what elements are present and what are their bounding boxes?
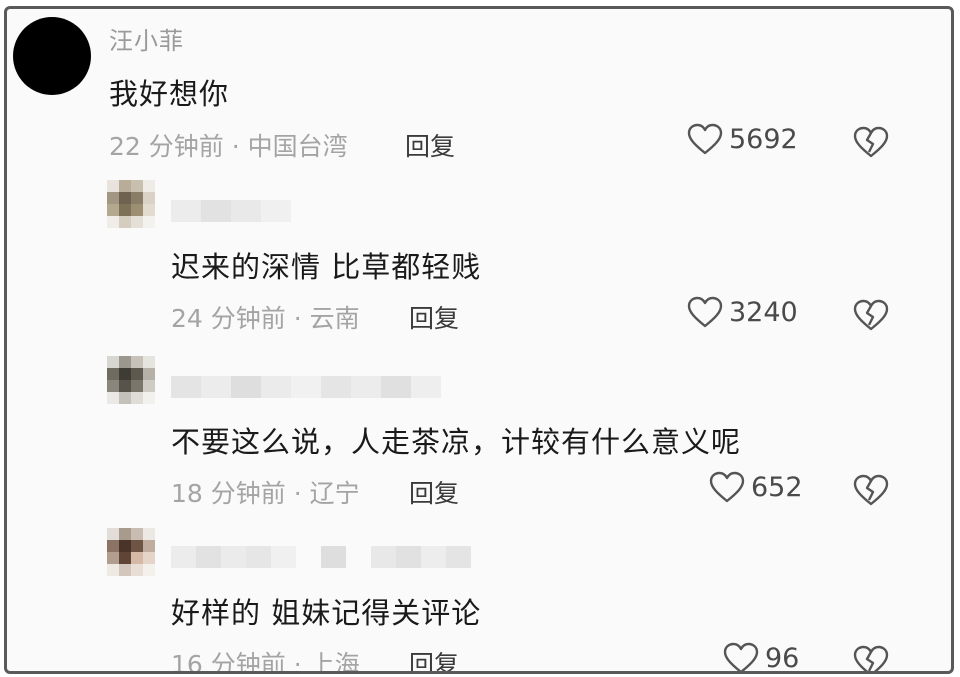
comment-time-location: 18 分钟前 · 辽宁 — [171, 479, 360, 508]
username-blurred — [171, 200, 291, 222]
heart-outline-icon — [709, 471, 745, 503]
reply-button[interactable]: 回复 — [409, 474, 459, 510]
comment-username[interactable]: 汪小菲 — [109, 21, 184, 56]
broken-heart-icon[interactable] — [853, 644, 889, 674]
like-button[interactable]: 96 — [723, 642, 800, 674]
comment-text: 不要这么说，人走茶凉，计较有什么意义呢 — [171, 425, 742, 459]
avatar[interactable] — [107, 528, 155, 576]
comment-item: 好样的 姐妹记得关评论 16 分钟前 · 上海 回复 96 — [7, 518, 951, 671]
username-blurred — [171, 376, 441, 398]
broken-heart-icon[interactable] — [853, 298, 889, 332]
reply-button[interactable]: 回复 — [405, 127, 455, 163]
heart-outline-icon — [687, 123, 723, 155]
comment-time-location: 22 分钟前 · 中国台湾 — [109, 132, 348, 161]
comment-text: 我好想你 — [109, 77, 230, 111]
comment-text: 好样的 姐妹记得关评论 — [171, 596, 482, 630]
comment-item: 汪小菲 我好想你 22 分钟前 · 中国台湾 回复 5692 — [7, 9, 951, 174]
like-button[interactable]: 3240 — [687, 296, 798, 328]
comment-item: 迟来的深情 比草都轻贱 24 分钟前 · 云南 回复 3240 — [7, 174, 951, 346]
comment-screenshot-frame: 汪小菲 我好想你 22 分钟前 · 中国台湾 回复 5692 迟来的深情 比草都… — [4, 6, 954, 674]
like-count: 3240 — [729, 296, 798, 328]
like-count: 652 — [751, 471, 803, 503]
like-button[interactable]: 652 — [709, 471, 803, 503]
broken-heart-icon[interactable] — [853, 125, 889, 159]
comment-item: 不要这么说，人走茶凉，计较有什么意义呢 18 分钟前 · 辽宁 回复 652 — [7, 346, 951, 518]
comment-time-location: 24 分钟前 · 云南 — [171, 304, 360, 333]
heart-outline-icon — [687, 296, 723, 328]
like-button[interactable]: 5692 — [687, 123, 798, 155]
like-count: 96 — [765, 642, 800, 674]
comment-text: 迟来的深情 比草都轻贱 — [171, 250, 482, 284]
like-count: 5692 — [729, 123, 798, 155]
avatar[interactable] — [107, 180, 155, 228]
broken-heart-icon[interactable] — [853, 473, 889, 507]
reply-button[interactable]: 回复 — [409, 645, 459, 671]
avatar[interactable] — [107, 356, 155, 404]
username-blurred — [171, 546, 471, 568]
avatar[interactable] — [13, 17, 91, 95]
heart-outline-icon — [723, 642, 759, 671]
comment-time-location: 16 分钟前 · 上海 — [171, 650, 360, 674]
reply-button[interactable]: 回复 — [409, 299, 459, 335]
